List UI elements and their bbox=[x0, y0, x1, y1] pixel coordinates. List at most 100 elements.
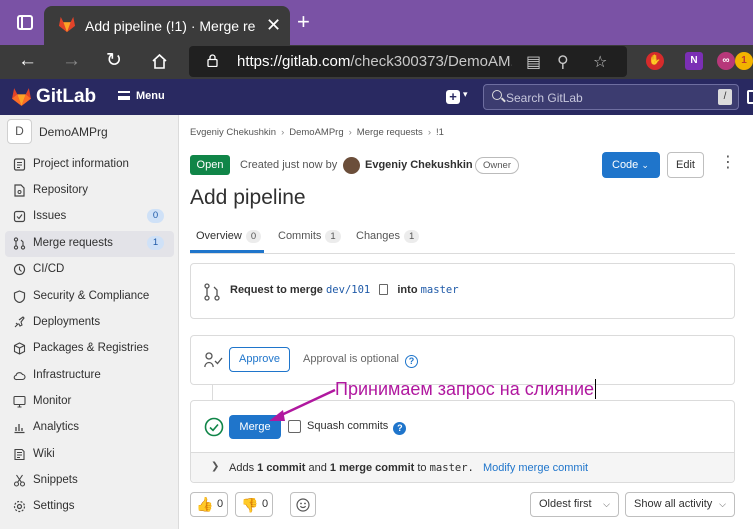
avatar[interactable] bbox=[343, 157, 360, 174]
new-tab-icon[interactable]: + bbox=[297, 11, 310, 33]
sidebar-item-label: Repository bbox=[33, 184, 88, 196]
sidebar-item-deployments[interactable]: Deployments bbox=[5, 310, 174, 336]
tab-commits[interactable]: Commits 1 bbox=[278, 230, 341, 243]
request-to-merge-text: Request to merge dev/101 into master bbox=[230, 284, 459, 296]
sidebar-item-merge-requests[interactable]: Merge requests 1 bbox=[5, 231, 174, 257]
breadcrumb-item[interactable]: !1 bbox=[436, 127, 444, 138]
cloud-icon bbox=[13, 372, 26, 381]
package-icon bbox=[13, 342, 26, 355]
sidebar-item-issues[interactable]: Issues 0 bbox=[5, 204, 174, 230]
sidebar-item-wiki[interactable]: Wiki bbox=[5, 442, 174, 468]
deployments-icon bbox=[14, 316, 25, 328]
hamburger-icon bbox=[118, 91, 130, 100]
merge-requests-count-badge: 1 bbox=[147, 236, 164, 250]
header-sidebar-toggle-icon[interactable] bbox=[747, 90, 753, 104]
created-text: Created just now by bbox=[240, 159, 338, 171]
back-icon[interactable]: ← bbox=[18, 51, 37, 71]
sidebar-item-packages[interactable]: Packages & Registries bbox=[5, 336, 174, 362]
sort-dropdown[interactable]: Oldest first ⌵ bbox=[530, 492, 619, 517]
menu-button[interactable]: Menu bbox=[118, 90, 165, 102]
thumbs-down-button[interactable]: 👎 0 bbox=[235, 492, 273, 517]
tab-count: 0 bbox=[245, 230, 262, 243]
sidebar-item-settings[interactable]: Settings bbox=[5, 494, 174, 520]
smiley-icon bbox=[296, 498, 310, 512]
tab-count: 1 bbox=[325, 230, 341, 243]
gitlab-brand[interactable]: GitLab bbox=[36, 86, 96, 108]
sidebar-item-ci-cd[interactable]: CI/CD bbox=[5, 257, 174, 283]
sidebar-item-label: Snippets bbox=[33, 474, 78, 486]
target-branch[interactable]: master bbox=[421, 284, 459, 296]
tab-title: Add pipeline (!1) · Merge requests bbox=[85, 18, 255, 34]
search-placeholder: Search GitLab bbox=[506, 91, 583, 105]
add-reaction-button[interactable] bbox=[290, 492, 316, 517]
sidebar-item-label: CI/CD bbox=[33, 263, 65, 275]
modify-merge-commit-link[interactable]: Modify merge commit bbox=[483, 462, 588, 474]
tab-overview[interactable]: Overview 0 bbox=[196, 230, 262, 243]
edit-button[interactable]: Edit bbox=[667, 152, 704, 178]
approve-button[interactable]: Approve bbox=[229, 347, 290, 372]
approval-optional-text: Approval is optional? bbox=[303, 353, 419, 368]
new-item-icon[interactable]: + bbox=[446, 90, 460, 104]
home-icon[interactable] bbox=[151, 53, 168, 69]
sidebar-item-label: Infrastructure bbox=[33, 369, 101, 381]
browser-tab[interactable]: Add pipeline (!1) · Merge requests ✕ bbox=[44, 6, 290, 45]
sidebar-item-repository[interactable]: Repository bbox=[5, 178, 174, 204]
chevron-down-icon[interactable]: ▾ bbox=[463, 89, 468, 100]
tab-count: 1 bbox=[404, 230, 420, 243]
tab-close-icon[interactable]: ✕ bbox=[266, 15, 281, 36]
browser-tab-bar: Add pipeline (!1) · Merge requests ✕ + bbox=[0, 0, 753, 45]
tab-sidebar-icon[interactable] bbox=[17, 15, 33, 30]
sidebar-item-label: Monitor bbox=[33, 395, 72, 407]
sidebar-item-snippets[interactable]: Snippets bbox=[5, 468, 174, 494]
gitlab-top-bar: GitLab Menu + ▾ Search GitLab / bbox=[0, 79, 753, 115]
breadcrumb: Evgeniy Chekushkin › DemoAMPrg › Merge reque… bbox=[190, 127, 444, 138]
extension-icon[interactable]: ∞ bbox=[717, 52, 735, 70]
code-button[interactable]: Code ⌄ bbox=[602, 152, 660, 178]
source-branch[interactable]: dev/101 bbox=[326, 284, 370, 296]
doc-icon bbox=[14, 184, 25, 197]
sidebar-item-monitor[interactable]: Monitor bbox=[5, 389, 174, 415]
merge-request-info-panel: Request to merge dev/101 into master bbox=[190, 263, 735, 319]
active-tab-indicator bbox=[190, 250, 264, 253]
copy-icon[interactable] bbox=[379, 284, 389, 295]
search-input[interactable]: Search GitLab / bbox=[483, 84, 739, 110]
gitlab-fox-icon bbox=[58, 16, 76, 33]
gitlab-logo-icon[interactable] bbox=[11, 87, 32, 107]
sidebar-item-label: Issues bbox=[33, 210, 67, 222]
chevron-right-icon[interactable]: ❯ bbox=[211, 461, 219, 472]
mr-tabs: Overview 0 Commits 1 Changes 1 bbox=[190, 223, 735, 254]
more-actions-icon[interactable]: ⋮ bbox=[720, 155, 736, 171]
sidebar-item-infrastructure[interactable]: Infrastructure bbox=[5, 363, 174, 389]
sidebar-item-label: Merge requests bbox=[33, 237, 113, 249]
sidebar-item-project-information[interactable]: Project information bbox=[5, 152, 174, 178]
activity-filter-dropdown[interactable]: Show all activity ⌵ bbox=[625, 492, 735, 517]
snippet-icon bbox=[13, 474, 26, 487]
author-name[interactable]: Evgeniy Chekushkin bbox=[365, 159, 473, 171]
approval-panel: Approve Approval is optional? bbox=[190, 335, 735, 385]
project-sidebar: D DemoAMPrg Project information Reposito… bbox=[0, 115, 179, 529]
forward-icon[interactable]: → bbox=[62, 51, 81, 71]
chevron-down-icon: ⌄ bbox=[641, 160, 649, 170]
read-aloud-icon[interactable]: ▤ bbox=[526, 52, 541, 72]
main-content: Evgeniy Chekushkin › DemoAMPrg › Merge reque… bbox=[179, 115, 753, 529]
breadcrumb-separator: › bbox=[348, 127, 352, 138]
favorite-star-icon[interactable]: ☆ bbox=[593, 52, 607, 72]
breadcrumb-item[interactable]: Merge requests bbox=[357, 127, 423, 138]
reload-icon[interactable]: ↻ bbox=[106, 51, 122, 71]
help-icon[interactable]: ? bbox=[405, 355, 419, 368]
zoom-icon[interactable]: ⚲ bbox=[557, 52, 569, 72]
tab-changes[interactable]: Changes 1 bbox=[356, 230, 420, 243]
extension-coin-icon[interactable]: 1 bbox=[735, 52, 753, 70]
thumbs-up-button[interactable]: 👍 0 bbox=[190, 492, 228, 517]
sidebar-item-analytics[interactable]: Analytics bbox=[5, 415, 174, 441]
sidebar-item-security[interactable]: Security & Compliance bbox=[5, 284, 174, 310]
breadcrumb-item[interactable]: Evgeniy Chekushkin bbox=[190, 127, 276, 138]
breadcrumb-item[interactable]: DemoAMPrg bbox=[289, 127, 343, 138]
sidebar-item-label: Settings bbox=[33, 500, 75, 512]
url-bar[interactable]: https://gitlab.com/check300373/DemoAM...… bbox=[189, 46, 627, 77]
onenote-extension-icon[interactable]: N bbox=[685, 52, 703, 70]
help-icon[interactable]: ? bbox=[393, 422, 407, 435]
adblock-extension-icon[interactable]: ✋ bbox=[646, 52, 664, 70]
project-name: DemoAMPrg bbox=[39, 125, 108, 139]
monitor-icon bbox=[13, 395, 26, 408]
